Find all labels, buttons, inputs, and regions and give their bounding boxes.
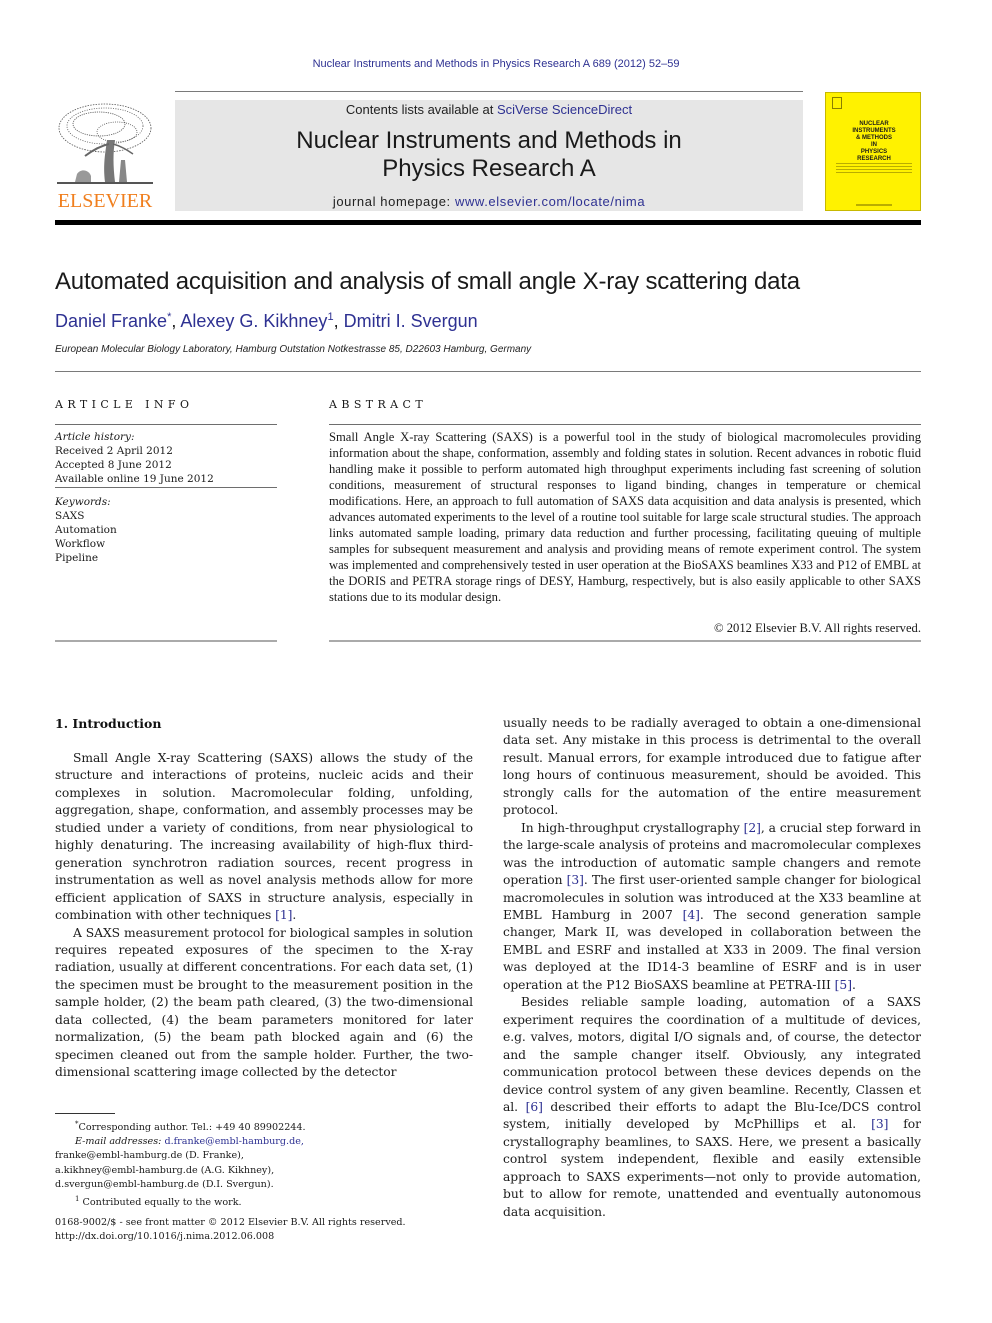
article-title: Automated acquisition and analysis of sm… bbox=[55, 268, 800, 295]
article-history-label: Article history: bbox=[55, 431, 135, 443]
history-online: Available online 19 June 2012 bbox=[55, 473, 214, 485]
paragraph: A SAXS measurement protocol for biologic… bbox=[55, 925, 473, 1080]
email-link[interactable]: a.kikhney@embl-hamburg.de (A.G. Kikhney)… bbox=[55, 1164, 475, 1178]
footnotes: *Corresponding author. Tel.: +49 40 8990… bbox=[55, 1117, 475, 1210]
tree-icon bbox=[57, 103, 153, 184]
author-link[interactable]: Alexey G. Kikhney1 bbox=[180, 311, 333, 331]
body-column-right: usually needs to be radially averaged to… bbox=[503, 715, 921, 1221]
journal-homepage: journal homepage: www.elsevier.com/locat… bbox=[175, 194, 803, 209]
section-heading-introduction: 1. Introduction bbox=[55, 716, 162, 731]
journal-citation-link[interactable]: Nuclear Instruments and Methods in Physi… bbox=[0, 58, 992, 70]
article-info-bottom-rule bbox=[55, 640, 277, 642]
paragraph: usually needs to be radially averaged to… bbox=[503, 716, 921, 818]
cover-title: NUCLEAR INSTRUMENTS & METHODS IN PHYSICS… bbox=[852, 121, 896, 162]
email-link[interactable]: d.franke@embl-hamburg.de, bbox=[164, 1136, 304, 1147]
keyword: Automation bbox=[55, 524, 117, 536]
footnote-email: E-mail addresses: d.franke@embl-hamburg.… bbox=[75, 1136, 304, 1148]
issn-line: 0168-9002/$ - see front matter © 2012 El… bbox=[55, 1217, 406, 1228]
keyword: SAXS bbox=[55, 510, 85, 522]
footnote-equal-contribution: 1 Contributed equally to the work. bbox=[75, 1195, 242, 1209]
keyword: Workflow bbox=[55, 538, 106, 550]
abstract-bottom-rule bbox=[329, 640, 921, 642]
abstract-heading: ABSTRACT bbox=[329, 398, 428, 411]
sciencedirect-link[interactable]: SciVerse ScienceDirect bbox=[497, 102, 632, 117]
title-divider bbox=[55, 371, 921, 372]
journal-title-line1: Nuclear Instruments and Methods in bbox=[296, 127, 682, 154]
abstract-copyright: © 2012 Elsevier B.V. All rights reserved… bbox=[714, 621, 921, 635]
elsevier-logo[interactable]: ELSEVIER bbox=[55, 100, 155, 212]
reference-link[interactable]: [4] bbox=[683, 908, 700, 922]
author-list: Daniel Franke*, Alexey G. Kikhney1, Dmit… bbox=[55, 311, 478, 331]
keywords: Keywords: SAXS Automation Workflow Pipel… bbox=[55, 495, 277, 565]
email-link[interactable]: franke@embl-hamburg.de (D. Franke), bbox=[55, 1149, 475, 1163]
cover-footer-line bbox=[856, 204, 892, 206]
homepage-prefix: journal homepage: bbox=[332, 194, 455, 209]
footnote-corresponding: *Corresponding author. Tel.: +49 40 8990… bbox=[75, 1120, 306, 1133]
paragraph: Besides reliable sample loading, automat… bbox=[503, 995, 921, 1219]
paragraph: Small Angle X-ray Scattering (SAXS) allo… bbox=[55, 751, 473, 923]
cover-subtitle-lines bbox=[836, 163, 912, 173]
history-received: Received 2 April 2012 bbox=[55, 445, 173, 457]
author-link[interactable]: Daniel Franke* bbox=[55, 311, 171, 331]
contents-prefix: Contents lists available at bbox=[345, 102, 497, 117]
article-info-rule bbox=[55, 424, 277, 425]
body-column-left: Small Angle X-ray Scattering (SAXS) allo… bbox=[55, 750, 473, 1082]
journal-cover-thumbnail[interactable]: NUCLEAR INSTRUMENTS & METHODS IN PHYSICS… bbox=[825, 92, 921, 211]
journal-homepage-link[interactable]: www.elsevier.com/locate/nima bbox=[455, 194, 645, 209]
keyword: Pipeline bbox=[55, 552, 99, 564]
article-info-heading: ARTICLE INFO bbox=[55, 398, 194, 411]
cover-publisher-icon bbox=[832, 97, 842, 109]
reference-link[interactable]: [3] bbox=[567, 873, 584, 887]
masthead-thick-rule bbox=[55, 220, 921, 225]
doi-link[interactable]: http://dx.doi.org/10.1016/j.nima.2012.06… bbox=[55, 1230, 485, 1244]
email-link[interactable]: d.svergun@embl-hamburg.de (D.I. Svergun)… bbox=[55, 1178, 475, 1192]
history-accepted: Accepted 8 June 2012 bbox=[55, 459, 172, 471]
reference-link[interactable]: [5] bbox=[835, 978, 852, 992]
affiliation: European Molecular Biology Laboratory, H… bbox=[55, 344, 532, 355]
journal-title: Nuclear Instruments and Methods in Physi… bbox=[175, 127, 803, 183]
front-matter: 0168-9002/$ - see front matter © 2012 El… bbox=[55, 1216, 485, 1244]
reference-link[interactable]: [6] bbox=[526, 1100, 543, 1114]
journal-masthead: Contents lists available at SciVerse Sci… bbox=[175, 100, 803, 211]
author-link[interactable]: Dmitri I. Svergun bbox=[344, 311, 478, 331]
paragraph: In high-throughput crystallography [2], … bbox=[503, 820, 922, 992]
reference-link[interactable]: [2] bbox=[744, 821, 761, 835]
abstract-text: Small Angle X-ray Scattering (SAXS) is a… bbox=[329, 430, 921, 604]
elsevier-wordmark: ELSEVIER bbox=[57, 190, 153, 212]
article-history: Article history: Received 2 April 2012 A… bbox=[55, 430, 277, 486]
contents-availability: Contents lists available at SciVerse Sci… bbox=[175, 102, 803, 117]
keywords-label: Keywords: bbox=[55, 496, 111, 508]
header-divider bbox=[175, 91, 803, 92]
abstract-rule bbox=[329, 424, 921, 425]
footnote-divider bbox=[55, 1113, 115, 1114]
journal-title-line2: Physics Research A bbox=[382, 155, 596, 182]
history-rule bbox=[55, 487, 277, 488]
reference-link[interactable]: [1] bbox=[275, 908, 292, 922]
reference-link[interactable]: [3] bbox=[871, 1117, 888, 1131]
